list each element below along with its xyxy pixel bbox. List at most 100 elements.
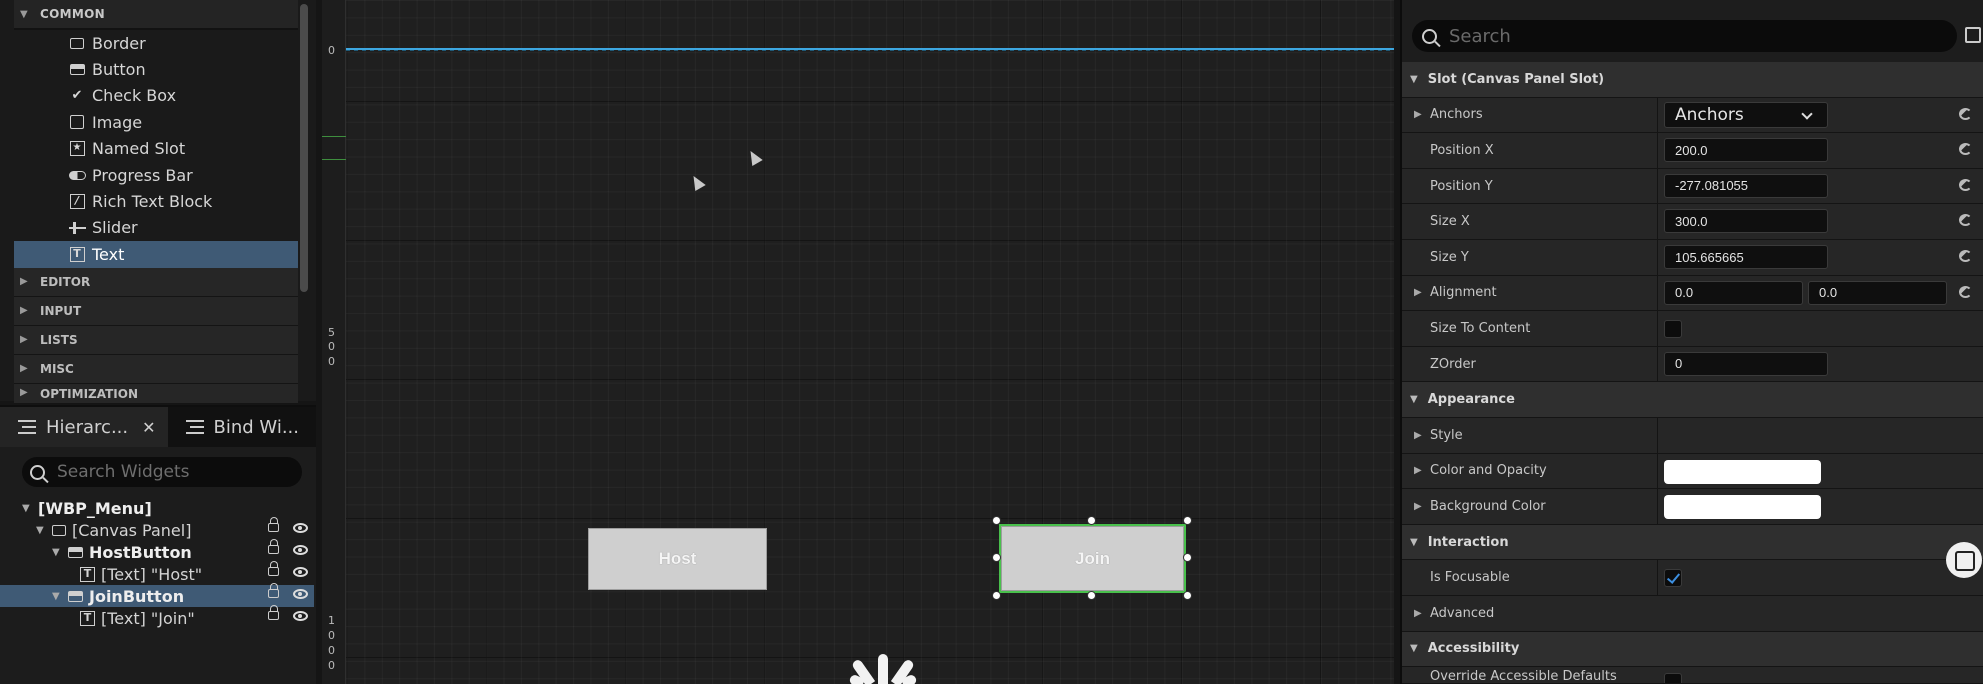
background-color-swatch[interactable]	[1664, 495, 1821, 520]
tab-bind-widgets[interactable]: Bind Wi...	[168, 407, 311, 447]
palette-item-check-box[interactable]: ✔ Check Box	[14, 83, 298, 109]
lock-icon[interactable]	[268, 583, 279, 598]
tree-row-join-button[interactable]: ▼ JoinButton	[0, 583, 314, 607]
tab-hierarchy[interactable]: Hierarc... ✕	[0, 407, 168, 447]
color-opacity-swatch[interactable]	[1664, 459, 1821, 484]
category-label: MISC	[40, 361, 74, 376]
resize-handle[interactable]	[1183, 516, 1192, 525]
reset-icon[interactable]	[1959, 107, 1972, 120]
resize-handle[interactable]	[1087, 591, 1096, 600]
tree-row-host-text[interactable]: T [Text] "Host"	[0, 561, 314, 585]
resize-handle[interactable]	[1183, 553, 1192, 562]
chevron-right-icon[interactable]: ▶	[1414, 430, 1422, 441]
size-y-input[interactable]: 105.665665	[1664, 245, 1828, 269]
palette-item-rich-text-block[interactable]: / Rich Text Block	[14, 188, 298, 214]
position-x-input[interactable]: 200.0	[1664, 138, 1828, 163]
section-accessibility[interactable]: ▼ Accessibility	[1402, 631, 1983, 668]
chevron-down-icon: ▼	[52, 546, 60, 558]
alignment-y-input[interactable]: 0.0	[1808, 280, 1947, 305]
search-widgets-input[interactable]: Search Widgets	[22, 457, 302, 487]
chevron-down-icon: ▼	[1410, 73, 1418, 85]
tree-row-join-text[interactable]: T [Text] "Join"	[0, 605, 314, 629]
reset-icon[interactable]	[1959, 143, 1972, 156]
resize-handle[interactable]	[1183, 591, 1192, 600]
property-matrix-icon[interactable]	[1965, 27, 1981, 43]
category-input[interactable]: ▶ INPUT	[14, 296, 298, 326]
palette-item-border[interactable]: Border	[14, 30, 298, 56]
reset-icon[interactable]	[1959, 285, 1972, 298]
eye-icon[interactable]	[293, 567, 308, 577]
palette-item-named-slot[interactable]: ★ Named Slot	[14, 136, 298, 162]
resize-handle[interactable]	[1087, 516, 1096, 525]
lock-icon[interactable]	[268, 605, 279, 620]
size-to-content-checkbox[interactable]	[1664, 320, 1682, 339]
chevron-right-icon[interactable]: ▶	[1414, 501, 1422, 512]
override-accessible-checkbox[interactable]	[1664, 673, 1682, 684]
tree-row-root[interactable]: ▼ [WBP_Menu]	[0, 497, 314, 519]
palette-item-button[interactable]: Button	[14, 56, 298, 82]
details-search-input[interactable]: Search	[1412, 20, 1957, 52]
eye-icon[interactable]	[293, 523, 308, 533]
lock-icon[interactable]	[268, 561, 279, 576]
lock-icon[interactable]	[268, 539, 279, 554]
reset-icon[interactable]	[1959, 250, 1972, 262]
hierarchy-panel: Hierarc... ✕ Bind Wi... Search Widgets ▼…	[0, 405, 316, 684]
palette-item-slider[interactable]: Slider	[14, 215, 298, 241]
host-button-widget[interactable]: Host	[588, 528, 767, 590]
chevron-right-icon[interactable]: ▶	[1414, 465, 1422, 476]
position-y-input[interactable]: -277.081055	[1664, 173, 1828, 198]
tree-row-canvas-panel[interactable]: ▼ [Canvas Panel]	[0, 517, 314, 541]
progress-bar-icon	[68, 167, 86, 183]
resize-handle[interactable]	[992, 516, 1001, 525]
reset-icon[interactable]	[1959, 214, 1972, 227]
zorder-input[interactable]: 0	[1664, 351, 1828, 376]
is-focusable-checkbox[interactable]	[1664, 569, 1682, 588]
chevron-down-icon: ▼	[52, 590, 60, 602]
chevron-right-icon: ▶	[20, 363, 28, 375]
fullscreen-toggle-icon[interactable]	[1946, 542, 1982, 578]
ruler-label: 0	[328, 44, 335, 57]
prop-position-x: Position X 200.0	[1402, 133, 1983, 169]
category-optimization[interactable]: ▶ OPTIMIZATION	[14, 383, 298, 404]
ruler-marker	[322, 159, 346, 160]
resize-handle[interactable]	[992, 591, 1001, 600]
chevron-down-icon	[1801, 107, 1813, 120]
section-appearance[interactable]: ▼ Appearance	[1402, 382, 1983, 418]
designer-canvas[interactable]: 0 5 0 0 1 0 0 0	[322, 0, 1394, 684]
prop-label: Size Y	[1430, 249, 1469, 265]
category-editor[interactable]: ▶ EDITOR	[14, 267, 298, 297]
palette-scrollbar[interactable]	[300, 4, 308, 292]
category-common[interactable]: ▼ COMMON	[14, 0, 298, 30]
eye-icon[interactable]	[293, 611, 308, 621]
palette-item-label: Button	[92, 60, 146, 80]
join-button-widget[interactable]: Join	[999, 524, 1186, 593]
tree-label: JoinButton	[89, 586, 185, 606]
chevron-right-icon[interactable]: ▶	[1414, 287, 1422, 298]
reset-icon[interactable]	[1959, 178, 1972, 191]
lock-icon[interactable]	[268, 517, 279, 532]
resize-handle[interactable]	[992, 553, 1001, 562]
prop-size-to-content: Size To Content	[1402, 311, 1983, 347]
section-interaction[interactable]: ▼ Interaction	[1402, 524, 1983, 561]
eye-icon[interactable]	[293, 545, 308, 555]
search-icon	[1422, 28, 1437, 44]
size-x-input[interactable]: 300.0	[1664, 209, 1828, 234]
category-lists[interactable]: ▶ LISTS	[14, 325, 298, 355]
search-icon	[30, 464, 45, 480]
chevron-right-icon[interactable]: ▶	[1414, 608, 1422, 619]
close-icon[interactable]: ✕	[142, 418, 155, 437]
palette-panel: ▼ COMMON Border Button ✔ Check Box Image…	[0, 0, 316, 404]
alignment-x-input[interactable]: 0.0	[1664, 280, 1803, 305]
palette-item-progress-bar[interactable]: Progress Bar	[14, 162, 298, 188]
tree-row-host-button[interactable]: ▼ HostButton	[0, 539, 314, 563]
eye-icon[interactable]	[293, 589, 308, 599]
anchors-dropdown[interactable]: Anchors	[1664, 101, 1828, 128]
text-icon: T	[80, 566, 95, 582]
palette-item-text[interactable]: T Text	[14, 241, 298, 268]
button-icon	[68, 62, 86, 78]
chevron-right-icon[interactable]: ▶	[1414, 109, 1422, 120]
palette-item-image[interactable]: Image	[14, 109, 298, 135]
category-misc[interactable]: ▶ MISC	[14, 354, 298, 384]
section-slot[interactable]: ▼ Slot (Canvas Panel Slot)	[1402, 62, 1983, 98]
anchors-value: Anchors	[1675, 104, 1744, 125]
